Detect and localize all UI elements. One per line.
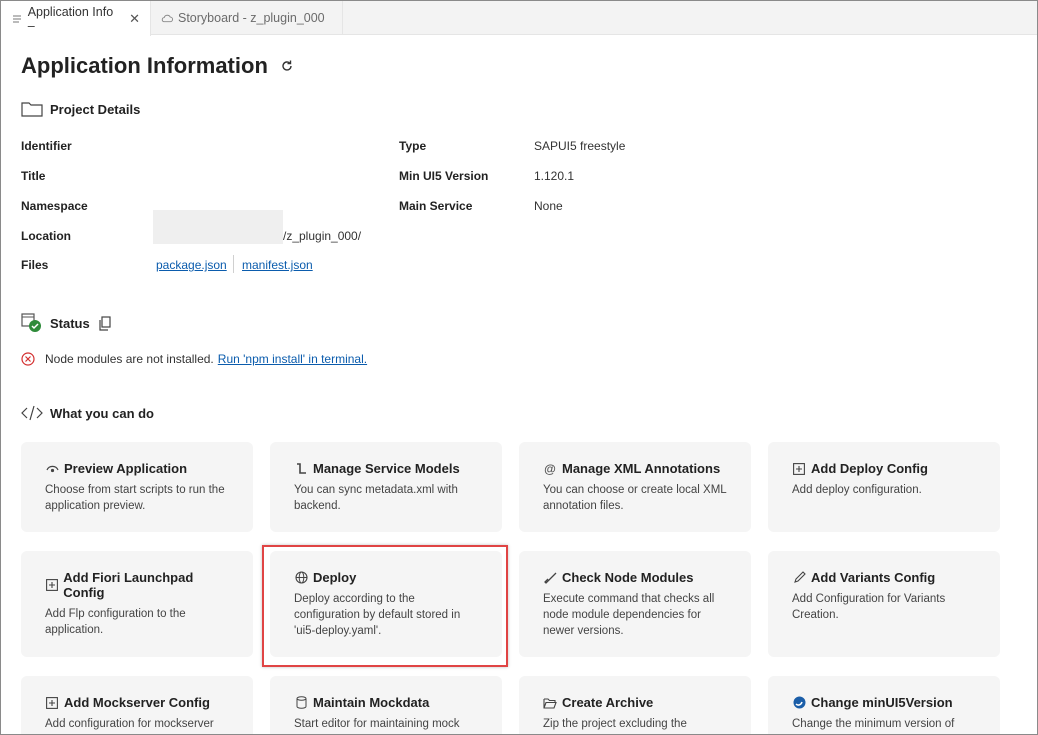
card-add-fiori-launchpad-config[interactable]: Add Fiori Launchpad Config Add Flp confi… xyxy=(21,551,253,657)
cloud-icon xyxy=(161,12,173,24)
card-manage-xml-annotations[interactable]: @ Manage XML Annotations You can choose o… xyxy=(519,442,751,532)
card-description: Add deploy configuration. xyxy=(792,484,922,496)
location-value: /z_plugin_000/ xyxy=(283,229,362,243)
status-text: Node modules are not installed. xyxy=(45,352,214,366)
pencil-icon xyxy=(792,571,806,585)
card-preview-application[interactable]: Preview Application Choose from start sc… xyxy=(21,442,253,532)
service-model-icon xyxy=(294,462,308,476)
type-value: SAPUI5 freestyle xyxy=(534,139,626,153)
card-title: Manage XML Annotations xyxy=(562,461,721,476)
plus-box-icon xyxy=(45,578,58,592)
actions-heading: What you can do xyxy=(21,404,154,422)
card-title: Maintain Mockdata xyxy=(313,695,430,710)
ui5-logo-icon xyxy=(792,696,806,710)
card-description: Change the minimum version of xyxy=(792,718,955,730)
min-ui5-label: Min UI5 Version xyxy=(399,169,489,183)
main-service-value: None xyxy=(534,199,563,213)
section-title: Status xyxy=(50,315,90,331)
namespace-label: Namespace xyxy=(21,199,88,213)
card-description: Choose from start scripts to run the app… xyxy=(45,484,225,512)
card-create-archive[interactable]: Create Archive Zip the project excluding… xyxy=(519,676,751,734)
close-icon[interactable]: ✕ xyxy=(129,11,140,27)
status-heading: Status xyxy=(21,313,111,332)
database-icon xyxy=(294,696,308,710)
redacted-path xyxy=(153,210,283,244)
card-manage-service-models[interactable]: Manage Service Models You can sync metad… xyxy=(270,442,502,532)
app-window: Application Info – ✕ Storyboard - z_plug… xyxy=(0,0,1038,735)
eye-icon xyxy=(45,462,59,476)
section-title: What you can do xyxy=(50,405,154,421)
card-description: Add Configuration for Variants Creation. xyxy=(792,593,946,621)
page-title-text: Application Information xyxy=(21,53,268,78)
deploy-highlight-box xyxy=(262,545,508,667)
tab-storyboard[interactable]: Storyboard - z_plugin_000 xyxy=(151,1,343,35)
location-label: Location xyxy=(21,229,71,243)
card-description: You can choose or create local XML annot… xyxy=(543,484,727,512)
tab-label: Storyboard - z_plugin_000 xyxy=(178,11,325,25)
card-maintain-mockdata[interactable]: Maintain Mockdata Start editor for maint… xyxy=(270,676,502,734)
section-title: Project Details xyxy=(50,101,141,117)
plus-box-icon xyxy=(792,462,806,476)
card-title: Preview Application xyxy=(64,461,188,476)
card-change-minui5version[interactable]: Change minUI5Version Change the minimum … xyxy=(768,676,1000,734)
card-add-deploy-config[interactable]: Add Deploy Config Add deploy configurati… xyxy=(768,442,1000,532)
card-description: Zip the project excluding the xyxy=(543,718,687,730)
package-json-link[interactable]: package.json xyxy=(156,258,227,272)
check-brush-icon xyxy=(543,571,557,585)
project-details-heading: Project Details xyxy=(21,100,140,118)
status-message: Node modules are not installed. Run 'npm… xyxy=(21,352,367,366)
status-ok-icon xyxy=(21,313,43,332)
card-description: Add Flp configuration to the application… xyxy=(45,608,186,636)
card-add-variants-config[interactable]: Add Variants Config Add Configuration fo… xyxy=(768,551,1000,657)
tab-label: Application Info – xyxy=(27,4,114,33)
folder-open-icon xyxy=(543,696,557,710)
main-service-label: Main Service xyxy=(399,199,473,213)
at-icon: @ xyxy=(544,461,556,476)
card-check-node-modules[interactable]: Check Node Modules Execute command that … xyxy=(519,551,751,657)
min-ui5-value: 1.120.1 xyxy=(534,169,575,183)
folder-icon xyxy=(21,100,43,118)
card-title: Add Mockserver Config xyxy=(64,695,210,710)
card-description: Add configuration for mockserver xyxy=(45,718,214,730)
manifest-json-link[interactable]: manifest.json xyxy=(242,258,313,272)
copy-icon[interactable] xyxy=(98,315,111,331)
error-icon xyxy=(21,352,35,366)
card-title: Manage Service Models xyxy=(313,461,460,476)
title-label: Title xyxy=(21,169,46,183)
document-icon xyxy=(11,13,23,25)
card-add-mockserver-config[interactable]: Add Mockserver Config Add configuration … xyxy=(21,676,253,734)
tab-application-info[interactable]: Application Info – ✕ xyxy=(1,1,151,36)
card-title: Add Fiori Launchpad Config xyxy=(63,570,194,600)
npm-install-link[interactable]: Run 'npm install' in terminal. xyxy=(218,352,367,366)
tab-bar: Application Info – ✕ Storyboard - z_plug… xyxy=(1,1,1037,36)
refresh-icon[interactable] xyxy=(280,59,294,73)
card-title: Create Archive xyxy=(562,695,654,710)
type-label: Type xyxy=(399,139,427,153)
card-description: Start editor for maintaining mock xyxy=(294,718,460,730)
plus-box-icon xyxy=(45,696,59,710)
card-title: Change minUI5Version xyxy=(811,695,953,710)
card-title: Add Variants Config xyxy=(811,570,936,585)
identifier-label: Identifier xyxy=(21,139,72,153)
divider xyxy=(233,255,234,273)
files-label: Files xyxy=(21,258,49,272)
card-description: Execute command that checks all node mod… xyxy=(543,593,715,637)
card-title: Check Node Modules xyxy=(562,570,694,585)
card-description: You can sync metadata.xml with backend. xyxy=(294,484,458,512)
card-title: Add Deploy Config xyxy=(811,461,928,476)
code-icon xyxy=(21,404,43,422)
page-title: Application Information xyxy=(21,53,294,79)
